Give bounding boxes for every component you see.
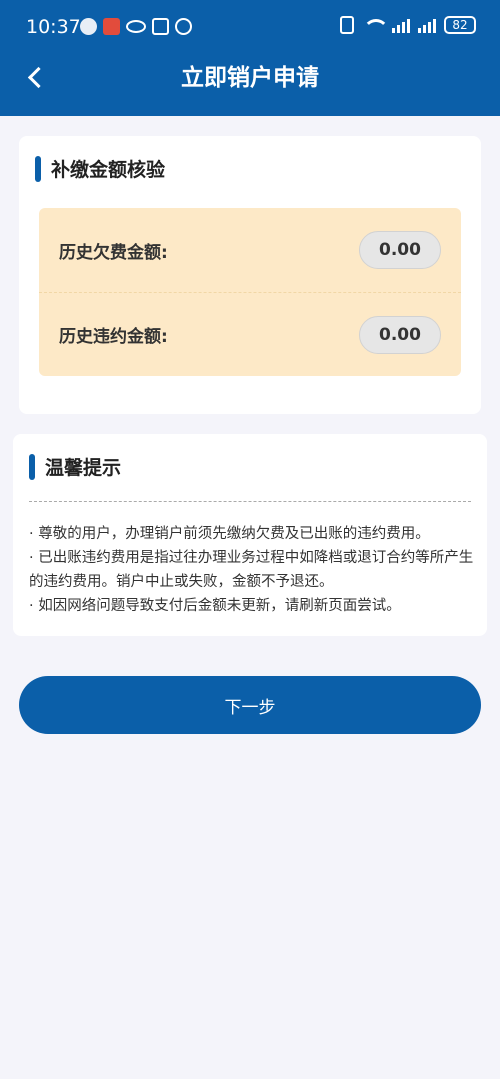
- alarm-icon: [175, 18, 192, 35]
- next-step-button[interactable]: 下一步: [19, 676, 481, 734]
- tips-title: 温馨提示: [45, 457, 122, 479]
- taobao-notification-icon: [103, 18, 120, 35]
- eye-icon: [126, 20, 146, 33]
- status-bar: 10:37 82: [0, 0, 500, 58]
- fee-check-card: 补缴金额核验 历史欠费金额: 0.00 历史违约金额: 0.00: [19, 136, 481, 414]
- wifi-icon: [362, 17, 389, 33]
- app-notification-icon: [80, 18, 97, 35]
- amount-box: 历史欠费金额: 0.00 历史违约金额: 0.00: [39, 208, 461, 376]
- status-time: 10:37: [26, 16, 81, 38]
- arrears-row: 历史欠费金额: 0.00: [39, 208, 461, 292]
- fee-check-section-header: 补缴金额核验: [35, 155, 165, 182]
- penalty-row: 历史违约金额: 0.00: [39, 292, 461, 376]
- signal-icon: [392, 17, 410, 33]
- penalty-value: 0.00: [359, 315, 441, 354]
- divider: [29, 501, 471, 502]
- tips-card: 温馨提示 · 尊敬的用户，办理销户前须先缴纳欠费及已出账的违约费用。 · 已出账…: [13, 434, 487, 636]
- penalty-label: 历史违约金额:: [59, 327, 168, 347]
- battery-icon: 82: [444, 16, 476, 34]
- section-accent-bar: [35, 155, 41, 182]
- page-title: 立即销户申请: [181, 65, 319, 91]
- status-notification-icons: [80, 18, 192, 35]
- signal-icon-2: [418, 17, 436, 33]
- nfc-icon: [152, 18, 169, 35]
- tips-section-header: 温馨提示: [29, 453, 121, 480]
- tip-item: · 尊敬的用户，办理销户前须先缴纳欠费及已出账的违约费用。: [29, 526, 430, 542]
- section-accent-bar: [29, 453, 35, 480]
- arrears-value: 0.00: [359, 231, 441, 269]
- tips-list: · 尊敬的用户，办理销户前须先缴纳欠费及已出账的违约费用。 · 已出账违约费用是…: [29, 522, 477, 618]
- tip-item: · 如因网络问题导致支付后金额未更新，请刷新页面尝试。: [29, 598, 401, 614]
- tip-item: · 已出账违约费用是指过往办理业务过程中如降档或退订合约等所产生的违约费用。销户…: [29, 550, 474, 590]
- vibrate-icon: [340, 16, 354, 34]
- app-header: 10:37 82 立即销户申请: [0, 0, 500, 116]
- status-system-icons: 82: [340, 16, 476, 34]
- arrears-label: 历史欠费金额:: [59, 242, 168, 263]
- fee-check-title: 补缴金额核验: [51, 159, 166, 181]
